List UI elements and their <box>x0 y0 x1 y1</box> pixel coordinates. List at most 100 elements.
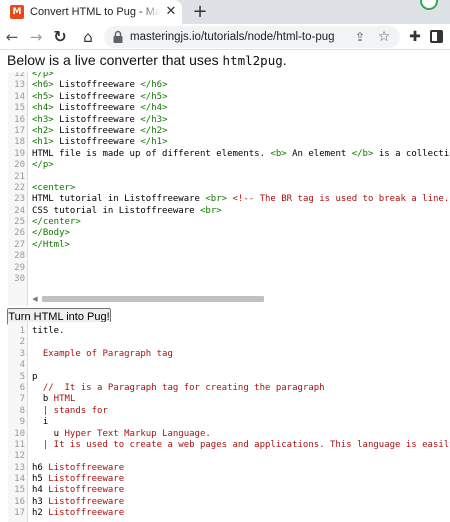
line-text: Example of Paragraph tag <box>32 348 173 359</box>
line-number: 27 <box>14 239 25 250</box>
line-text: | It is used to create a web pages and a… <box>32 439 450 450</box>
code-line: 2 <box>8 337 450 348</box>
html-input-editor[interactable]: 12 </p> 13 <h6> Listoffreeware </h6> 14 <h5> … <box>8 72 450 306</box>
address-bar[interactable]: masteringjs.io/tutorials/node/html-to-pu… <box>104 26 400 48</box>
line-text: <h6> Listoffreeware </h6> <box>32 80 168 91</box>
line-number: 10 <box>14 428 25 439</box>
browser-toolbar: ← → ↻ ⌂ masteringjs.io/tutorials/node/ht… <box>0 24 450 50</box>
line-text <box>28 251 32 262</box>
line-number: 8 <box>19 405 25 416</box>
line-text: p <box>32 371 38 382</box>
code-line: 10 u Hyper Text Markup Language. <box>8 429 450 440</box>
line-text: title. <box>32 326 65 336</box>
line-text: h2 Listoffreeware <box>32 508 125 519</box>
code-line: 18 <h1> Listoffreeware </h1> <box>8 137 450 148</box>
line-number: 23 <box>14 194 25 205</box>
reload-icon[interactable]: ↻ <box>50 27 70 47</box>
line-number: 18 <box>14 137 25 148</box>
code-line: 4 <box>8 360 450 371</box>
line-number: 15 <box>14 485 25 496</box>
profile-avatar[interactable] <box>420 0 438 10</box>
line-number: 2 <box>19 337 25 348</box>
line-text: <h1> Listoffreeware </h1> <box>32 137 168 148</box>
line-number: 20 <box>14 160 25 171</box>
line-text <box>28 360 32 371</box>
tab-strip: M Convert HTML to Pug - Mastering JS ✕ + <box>0 0 450 24</box>
home-icon[interactable]: ⌂ <box>78 27 98 47</box>
side-panel-icon[interactable] <box>430 30 443 43</box>
line-number: 19 <box>14 148 25 159</box>
code-line: 7 b HTML <box>8 394 450 405</box>
site-favicon-icon: M <box>10 5 24 19</box>
line-number: 17 <box>14 508 25 519</box>
new-tab-button[interactable]: + <box>190 2 210 22</box>
code-line: 12 </p> <box>8 72 450 80</box>
scrollbar-thumb[interactable] <box>42 296 264 302</box>
tab-title: Convert HTML to Pug - Mastering JS <box>30 6 160 18</box>
line-number: 16 <box>14 114 25 125</box>
code-line: 1 title. <box>8 326 450 337</box>
line-text: <h5> Listoffreeware </h5> <box>32 91 168 102</box>
code-line: 3 Example of Paragraph tag <box>8 349 450 360</box>
html-code-lines[interactable]: 12 </p> 13 <h6> Listoffreeware </h6> 14 <h5> … <box>8 72 450 285</box>
code-line: 22 <center> <box>8 183 450 194</box>
line-number: 13 <box>14 80 25 91</box>
code-line: 23 HTML tutorial in Listoffreeware <br> <… <box>8 194 450 205</box>
code-line: 13 <h6> Listoffreeware </h6> <box>8 80 450 91</box>
close-icon[interactable]: ✕ <box>163 4 179 20</box>
code-line: 19 HTML file is made up of different elem… <box>8 149 450 160</box>
line-number: 5 <box>19 371 25 382</box>
line-text: </p> <box>32 160 54 171</box>
intro-period: . <box>282 52 287 68</box>
code-line: 26 </Body> <box>8 228 450 239</box>
code-line: 16 <h3> Listoffreeware </h3> <box>8 115 450 126</box>
code-line: 13 h6 Listoffreeware <box>8 463 450 474</box>
code-line: 15 <h4> Listoffreeware </h4> <box>8 103 450 114</box>
code-line: 6 // It is a Paragraph tag for creating … <box>8 383 450 394</box>
line-text: u Hyper Text Markup Language. <box>32 428 211 439</box>
extensions-puzzle-icon[interactable]: ✚ <box>406 28 424 46</box>
browser-tab[interactable]: M Convert HTML to Pug - Mastering JS ✕ <box>0 0 182 24</box>
url-text[interactable]: masteringjs.io/tutorials/node/html-to-pu… <box>130 30 335 44</box>
horizontal-scrollbar[interactable]: ◀ <box>30 294 264 304</box>
code-line: 25 </center> <box>8 217 450 228</box>
line-number: 24 <box>14 205 25 216</box>
intro-text: Below is a live converter that uses html… <box>7 51 287 69</box>
line-number: 25 <box>14 217 25 228</box>
code-line: 15 h4 Listoffreeware <box>8 485 450 496</box>
line-text: </Html> <box>32 239 70 250</box>
line-number: 7 <box>19 394 25 405</box>
line-text <box>28 337 32 348</box>
line-number: 14 <box>14 474 25 485</box>
scroll-left-icon[interactable]: ◀ <box>30 294 40 304</box>
back-arrow-icon[interactable]: ← <box>2 27 22 47</box>
line-text: CSS tutorial in Listoffreeware <br> <box>32 205 222 216</box>
line-number: 9 <box>19 417 25 428</box>
library-name: html2pug <box>222 53 283 68</box>
line-number: 3 <box>19 348 25 359</box>
line-number: 12 <box>14 451 25 462</box>
line-text: </center> <box>32 217 81 228</box>
line-text: i <box>32 417 49 428</box>
code-line: 8 | stands for <box>8 406 450 417</box>
share-icon[interactable]: ⇪ <box>352 29 368 45</box>
line-text: <h4> Listoffreeware </h4> <box>32 103 168 114</box>
code-line: 27 </Html> <box>8 240 450 251</box>
line-text: HTML tutorial in Listoffreeware <br> <!-… <box>32 194 450 205</box>
line-number: 12 <box>14 72 25 79</box>
code-line: 14 <h5> Listoffreeware </h5> <box>8 92 450 103</box>
line-text <box>28 451 32 462</box>
line-number: 14 <box>14 91 25 102</box>
star-icon[interactable]: ☆ <box>376 29 392 45</box>
intro-sentence: Below is a live converter that uses <box>7 52 223 68</box>
code-line: 12 <box>8 451 450 462</box>
line-text: h6 Listoffreeware <box>32 462 125 473</box>
line-number: 1 <box>19 326 25 336</box>
pug-output-editor[interactable]: 1 title. 2 3 Example of Paragraph tag 4 5 p 6 /… <box>8 322 450 522</box>
lock-icon[interactable] <box>112 30 124 44</box>
pug-code-lines[interactable]: 1 title. 2 3 Example of Paragraph tag 4 5 p 6 /… <box>8 326 450 520</box>
forward-arrow-icon[interactable]: → <box>26 27 46 47</box>
line-text: HTML file is made up of different elemen… <box>32 148 450 159</box>
code-line: 5p <box>8 372 450 383</box>
line-text <box>28 172 32 183</box>
